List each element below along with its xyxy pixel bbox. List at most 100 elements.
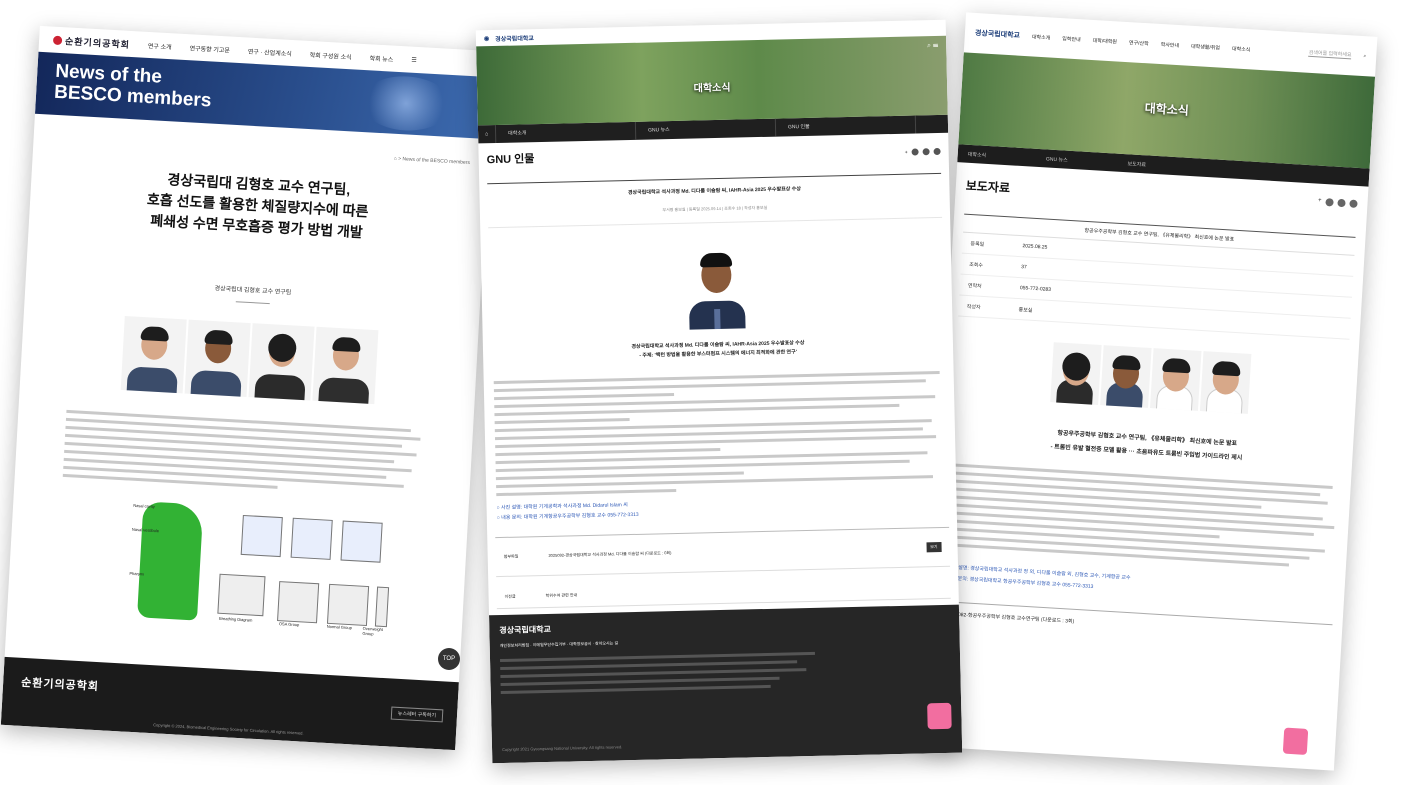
- newsletter-subscribe-button[interactable]: 뉴스레터 구독하기: [390, 706, 444, 723]
- footer-addresses: [500, 649, 951, 695]
- meta-key: 조회수: [969, 261, 984, 269]
- home-icon[interactable]: ⌂: [477, 124, 497, 144]
- researcher-photo: [311, 326, 378, 405]
- fig-label: Breathing Diagram: [218, 615, 253, 623]
- nav-item[interactable]: 연구/산학: [1129, 39, 1149, 47]
- footer-links[interactable]: 개인정보처리방침 · 이메일무단수집거부 · 대학정보공시 · 찾아오시는 길: [500, 632, 950, 649]
- meta-key: 등록일: [970, 240, 985, 248]
- nav-item[interactable]: 학회 구성원 소식: [310, 49, 352, 60]
- researcher-photo: [184, 319, 251, 397]
- view-attachment-button[interactable]: 보기: [926, 541, 942, 553]
- nav-item[interactable]: 대학소개: [1032, 33, 1051, 41]
- attachment-link[interactable]: 2025082-항공우주공학부 김형호 교수연구팀 (다운로드 : 3회): [947, 611, 1075, 625]
- mascot-badge[interactable]: [1282, 727, 1309, 755]
- page-tools: +: [905, 147, 941, 156]
- link-icon[interactable]: [933, 147, 941, 156]
- group-plot: [277, 581, 320, 624]
- bar-item[interactable]: 대학소식: [968, 150, 987, 158]
- search-icon[interactable]: ⌕: [1363, 53, 1366, 59]
- hero-title: 대학소식: [693, 82, 731, 95]
- print-icon[interactable]: [1337, 198, 1346, 208]
- menu-icon[interactable]: ☰: [933, 42, 938, 49]
- header-icons: ⌕ ☰: [927, 42, 938, 50]
- attachment-link[interactable]: 2025092-경상국립대학교 석사과정 Md. 디다룰 이슬람 씨 (다운로드…: [548, 550, 671, 559]
- search-input[interactable]: 검색어를 입력하세요: [1308, 48, 1352, 60]
- bar-item[interactable]: 대학소개: [495, 121, 637, 143]
- bar-item[interactable]: GNU 뉴스: [635, 118, 777, 140]
- divider: [235, 301, 270, 305]
- bar-item[interactable]: GNU 뉴스: [1046, 155, 1068, 163]
- search-icon[interactable]: ⌕: [927, 42, 931, 49]
- screenshot-stage: 순환기의공학회 연구 소개 연구동향 기고문 연구 · 산업계소식 학회 구성원…: [0, 0, 1403, 785]
- article-meta: 부서명 홍보실 | 등록일 2025.09.14 | 조회수 18 | 작성자 …: [487, 200, 943, 229]
- bar-item[interactable]: GNU 인물: [775, 115, 917, 137]
- nav-item[interactable]: 학사안내: [1161, 41, 1180, 49]
- share-icon[interactable]: [911, 148, 919, 156]
- share-icon[interactable]: [1325, 198, 1334, 207]
- group-plot: [374, 586, 390, 628]
- besco-logo[interactable]: 순환기의공학회: [52, 33, 131, 50]
- breadcrumb-text: > News of the BESCO members: [398, 156, 471, 167]
- velocity-panel: [340, 520, 383, 563]
- fig-label: Normal Group: [326, 623, 353, 631]
- article-body: [483, 354, 956, 497]
- besco-news-page: 순환기의공학회 연구 소개 연구동향 기고문 연구 · 산업계소식 학회 구성원…: [0, 25, 495, 751]
- fig-label: Nasal vestibule: [131, 526, 160, 534]
- footer-logo: 순환기의공학회: [20, 676, 100, 694]
- gnu-emblem-icon: ◉: [483, 35, 490, 42]
- airway-model: [137, 501, 204, 621]
- fig-label: Nasal cavity: [133, 502, 155, 510]
- nav-item[interactable]: 연구 · 산업계소식: [248, 46, 292, 57]
- nav-item[interactable]: 학회 뉴스: [369, 53, 393, 63]
- fig-label: Pharynx: [129, 570, 145, 577]
- meta-value: 055-772-0283: [1019, 285, 1052, 293]
- footer-logo: 경상국립대학교: [499, 624, 551, 636]
- article-links: ○ 사진 설명: 대학원 기계공학과 석사과정 Md. Didarul Isla…: [486, 491, 956, 526]
- gnu-footer: 경상국립대학교 개인정보처리방침 · 이메일무단수집거부 · 대학정보공시 · …: [489, 604, 963, 764]
- zoom-in-icon[interactable]: +: [905, 149, 908, 155]
- researcher-photo: [1199, 351, 1252, 414]
- velocity-panel: [240, 514, 283, 558]
- zoom-in-icon[interactable]: +: [1318, 198, 1322, 206]
- nav-item[interactable]: 연구동향 기고문: [189, 43, 230, 54]
- attachment-row: ▤ 2025082-항공우주공학부 김형호 교수연구팀 (다운로드 : 3회): [939, 600, 1333, 649]
- researcher-photo: [1100, 345, 1152, 408]
- article-head: 경상국립대학교 석사과정 Md. 디다룰 이슬람 씨, IAHR-Asia 20…: [487, 172, 942, 206]
- meta-value: 37: [1020, 264, 1027, 271]
- back-to-top-button[interactable]: TOP: [438, 648, 460, 670]
- nav-item[interactable]: 대학소식: [1232, 45, 1251, 53]
- meta-value: 2025.08.25: [1022, 243, 1048, 251]
- menu-icon[interactable]: ☰: [411, 56, 417, 63]
- print-icon[interactable]: [922, 148, 930, 156]
- prev-post-link[interactable]: 학위수여 관련 안내: [546, 592, 578, 599]
- gnu-logo[interactable]: 경상국립대학교: [495, 33, 534, 43]
- mascot-badge[interactable]: [927, 702, 952, 730]
- link-icon[interactable]: [1349, 199, 1358, 208]
- researcher-photos: [943, 336, 1358, 420]
- besco-footer: 순환기의공학회 뉴스레터 구독하기 Copyright © 2024, Biom…: [0, 656, 459, 751]
- gnu-logo[interactable]: 경상국립대학교: [975, 28, 1021, 41]
- article-title: 경상국립대 김형호 교수 연구팀, 호흡 선도를 활용한 체질량지수에 따른 폐…: [29, 162, 487, 250]
- fig-label: OSA Group: [278, 621, 300, 628]
- group-plot: [326, 583, 370, 627]
- footer-copyright: Copyright 2021 Gyeongsang National Unive…: [502, 744, 623, 753]
- campus-hero: ⌕ ☰ 대학소식: [476, 35, 948, 126]
- nav-item[interactable]: 연구 소개: [148, 40, 172, 50]
- nav-item[interactable]: 대학/대학원: [1092, 36, 1117, 44]
- besco-logo-text: 순환기의공학회: [64, 35, 131, 50]
- meta-key: 연락처: [967, 282, 982, 290]
- velocity-panel: [290, 517, 333, 560]
- researcher-photo: [120, 316, 187, 394]
- airway-simulation-figure: Nasal cavity Nasal vestibule Pharynx Bre…: [127, 501, 393, 636]
- gnu-people-page: ◉ 경상국립대학교 ⌕ ☰ 대학소식 ⌂ 대학소개 GNU 뉴스 GNU 인물 G…: [475, 19, 963, 764]
- meta-key: 작성자: [966, 303, 981, 311]
- attachment-label: 첨부파일: [503, 553, 519, 559]
- student-portrait: [683, 242, 750, 330]
- prev-label: 이전글: [504, 593, 516, 599]
- researcher-photo: [1050, 342, 1102, 405]
- nav-item[interactable]: 입학안내: [1062, 35, 1081, 43]
- bar-item[interactable]: 보도자료: [1127, 160, 1146, 168]
- attachment-row: 첨부파일 2025092-경상국립대학교 석사과정 Md. 디다룰 이슬람 씨 …: [495, 526, 951, 578]
- breathing-diagram: [217, 573, 266, 617]
- nav-item[interactable]: 대학생활/취업: [1191, 42, 1220, 51]
